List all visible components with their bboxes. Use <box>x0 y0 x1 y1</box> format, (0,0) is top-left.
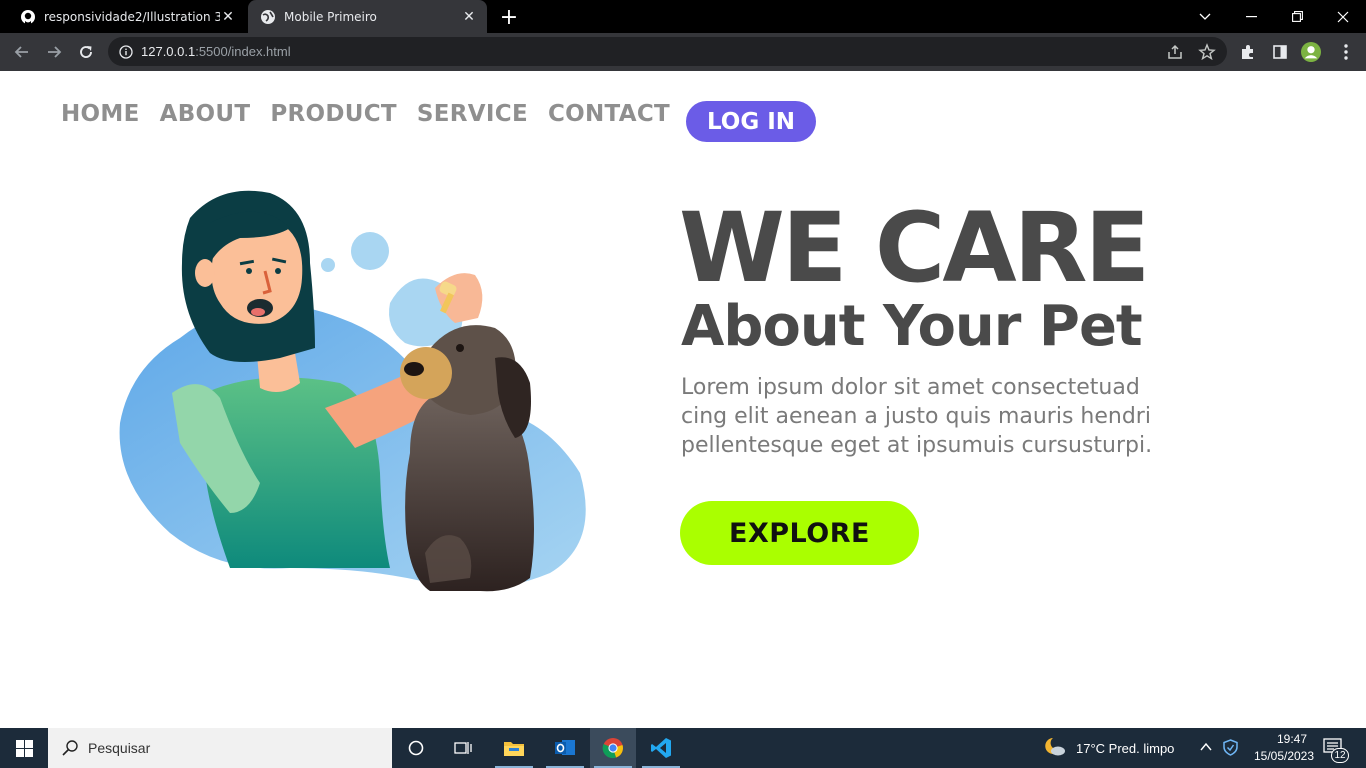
nav-link-contact[interactable]: CONTACT <box>548 101 670 127</box>
tab-title: responsividade2/Illustration 3 (1). <box>44 9 220 24</box>
bookmark-star-icon[interactable] <box>1198 43 1216 61</box>
taskbar-search-box[interactable]: Pesquisar <box>48 728 392 768</box>
nav-link-service[interactable]: SERVICE <box>417 101 528 127</box>
url-path: :5500/index.html <box>195 44 291 59</box>
globe-icon <box>260 9 276 25</box>
cortana-icon[interactable] <box>393 728 439 768</box>
browser-menu-icon[interactable] <box>1336 42 1356 62</box>
new-tab-button[interactable]: + <box>497 5 521 30</box>
login-button[interactable]: LOG IN <box>686 101 816 142</box>
pet-care-illustration <box>119 190 586 592</box>
nav-link-about[interactable]: ABOUT <box>160 101 251 127</box>
clock-date[interactable]: 15/05/2023 <box>1246 749 1322 763</box>
address-bar[interactable]: 127.0.0.1:5500/index.html <box>108 37 1227 66</box>
tab-title: Mobile Primeiro <box>284 9 377 24</box>
profile-avatar-icon[interactable] <box>1301 42 1321 62</box>
back-arrow-icon[interactable] <box>8 38 36 66</box>
site-info-icon[interactable] <box>119 44 133 59</box>
url-host: 127.0.0.1 <box>141 44 196 59</box>
windows-start-icon[interactable] <box>0 728 48 768</box>
weather-moon-cloud-icon[interactable] <box>1043 736 1067 758</box>
close-tab-icon[interactable]: ✕ <box>461 9 477 25</box>
minimize-icon[interactable] <box>1228 0 1274 33</box>
search-icon <box>62 740 78 756</box>
github-icon <box>20 9 36 25</box>
explore-button[interactable]: EXPLORE <box>680 501 919 565</box>
nav-link-home[interactable]: HOME <box>61 101 140 127</box>
hero-description-line: cing elit aenean a justo quis mauris hen… <box>681 404 1151 429</box>
hero-description: Lorem ipsum dolor sit amet consectetuad … <box>681 373 1221 460</box>
notification-count-badge: 12 <box>1331 748 1349 763</box>
reload-icon[interactable] <box>72 38 100 66</box>
browser-toolbar: 127.0.0.1:5500/index.html <box>0 33 1366 71</box>
side-panel-icon[interactable] <box>1270 42 1290 62</box>
windows-taskbar: Pesquisar 17°C Pred. limpo 19:47 15/05/2… <box>0 728 1366 768</box>
hero-description-line: pellentesque eget at ipsumuis cursusturp… <box>681 433 1153 458</box>
file-explorer-icon[interactable] <box>491 728 537 768</box>
close-tab-icon[interactable]: ✕ <box>220 9 236 25</box>
vscode-icon[interactable] <box>638 728 684 768</box>
main-nav: HOME ABOUT PRODUCT SERVICE CONTACT <box>61 101 690 127</box>
close-window-icon[interactable] <box>1320 0 1366 33</box>
forward-arrow-icon[interactable] <box>40 38 68 66</box>
clock-time[interactable]: 19:47 <box>1262 732 1322 746</box>
weather-text[interactable]: 17°C Pred. limpo <box>1076 741 1174 756</box>
nav-link-product[interactable]: PRODUCT <box>270 101 397 127</box>
outlook-icon[interactable] <box>542 728 588 768</box>
browser-tab-github[interactable]: responsividade2/Illustration 3 (1). ✕ <box>8 0 246 33</box>
hero-description-line: Lorem ipsum dolor sit amet consectetuad <box>681 375 1140 400</box>
taskbar-search-placeholder: Pesquisar <box>88 740 151 756</box>
web-page: HOME ABOUT PRODUCT SERVICE CONTACT LOG I… <box>0 71 1366 728</box>
restore-icon[interactable] <box>1274 0 1320 33</box>
tab-search-chevron-icon[interactable] <box>1182 0 1228 33</box>
hero-subtitle: About Your Pet <box>681 294 1143 359</box>
hero-title: WE CARE <box>679 192 1150 304</box>
share-icon[interactable] <box>1166 43 1184 61</box>
browser-tab-strip: responsividade2/Illustration 3 (1). ✕ Mo… <box>0 0 1366 33</box>
tray-chevron-up-icon[interactable] <box>1200 742 1212 752</box>
chrome-icon[interactable] <box>590 728 636 768</box>
extensions-puzzle-icon[interactable] <box>1238 42 1258 62</box>
task-view-icon[interactable] <box>440 728 486 768</box>
browser-tab-mobile-primeiro[interactable]: Mobile Primeiro ✕ <box>248 0 487 33</box>
defender-shield-icon[interactable] <box>1223 739 1238 756</box>
